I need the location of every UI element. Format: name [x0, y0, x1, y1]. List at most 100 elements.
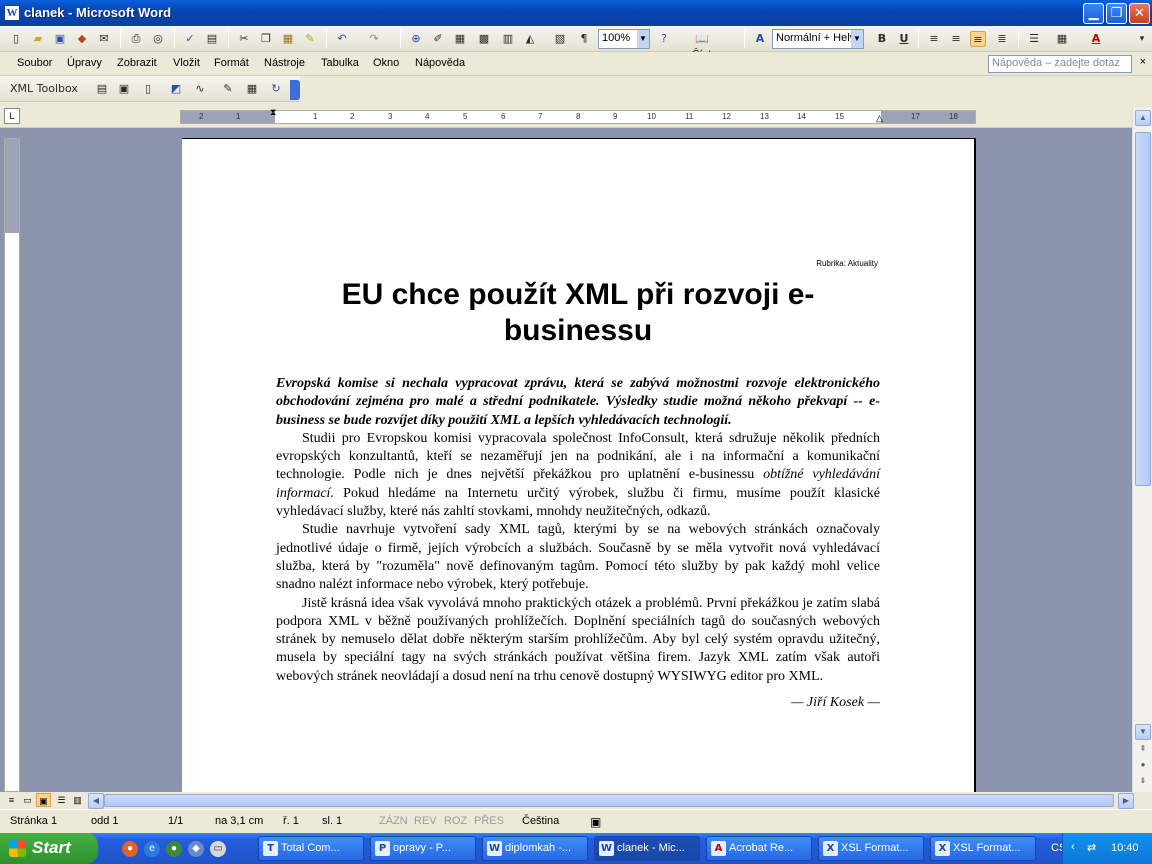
taskbar-item[interactable]: X XSL Format...: [930, 836, 1036, 861]
refresh-icon[interactable]: ↻: [268, 81, 284, 97]
close-button[interactable]: ✕: [1129, 3, 1150, 24]
columns-icon[interactable]: ▥: [500, 31, 516, 47]
insert-excel-icon[interactable]: ▩: [476, 31, 492, 47]
show-formatting-icon[interactable]: ¶: [576, 31, 592, 47]
redo-icon[interactable]: ↷: [366, 31, 382, 47]
menu-format[interactable]: Formát: [214, 57, 249, 69]
bullets-icon[interactable]: ☰: [1026, 31, 1042, 47]
firefox-icon[interactable]: ●: [122, 841, 138, 857]
align-right-icon[interactable]: ≡: [970, 31, 986, 47]
toolbar-options-icon[interactable]: ▾: [1134, 31, 1150, 47]
xml-structure-icon[interactable]: ▣: [116, 81, 132, 97]
word-app-icon[interactable]: W: [4, 5, 20, 21]
internet-explorer-icon[interactable]: e: [144, 841, 160, 857]
save-icon[interactable]: ▣: [52, 31, 68, 47]
hyperlink-icon[interactable]: ⊕: [408, 31, 424, 47]
print-icon[interactable]: ⎙: [128, 31, 144, 47]
cut-icon[interactable]: ✂: [236, 31, 252, 47]
xml-schema-icon[interactable]: ▦: [244, 81, 260, 97]
xml-view-icon[interactable]: ▤: [94, 81, 110, 97]
taskbar-item[interactable]: Wdiplomkah -...: [482, 836, 588, 861]
read-button[interactable]: 📖 Číst: [684, 31, 720, 61]
menu-upravy[interactable]: Úpravy: [67, 57, 102, 69]
menu-vlozit[interactable]: Vložit: [173, 57, 200, 69]
web-layout-icon[interactable]: ▭: [20, 793, 35, 807]
menu-soubor[interactable]: Soubor: [17, 57, 52, 69]
xml-validate-icon[interactable]: ∿: [192, 81, 208, 97]
underline-button[interactable]: U: [896, 31, 912, 47]
menu-nastroje[interactable]: Nástroje: [264, 57, 305, 69]
restore-button[interactable]: ❐: [1106, 3, 1127, 24]
status-trk[interactable]: REV: [414, 815, 437, 827]
taskbar-item[interactable]: X XSL Format...: [818, 836, 924, 861]
font-color-button[interactable]: A: [1088, 31, 1104, 47]
status-ext[interactable]: ROZ: [444, 815, 467, 827]
bold-button[interactable]: B: [874, 31, 890, 47]
borders-icon[interactable]: ▦: [1054, 31, 1070, 47]
scroll-down-icon[interactable]: ▼: [1135, 724, 1151, 740]
undo-icon[interactable]: ↶: [334, 31, 350, 47]
styles-pane-icon[interactable]: A: [752, 31, 768, 47]
taskbar-item[interactable]: Popravy - P...: [370, 836, 476, 861]
vertical-scrollbar[interactable]: ▲ ▼ ⇞ ● ⇟: [1132, 108, 1152, 792]
normal-view-icon[interactable]: ≡: [4, 793, 19, 807]
open-folder-icon[interactable]: ▰: [30, 31, 46, 47]
clock[interactable]: 10:40: [1111, 842, 1139, 854]
research-icon[interactable]: ▤: [204, 31, 220, 47]
scroll-up-icon[interactable]: ▲: [1135, 110, 1151, 126]
drawing-icon[interactable]: ◭: [522, 31, 538, 47]
tables-borders-icon[interactable]: ✐: [430, 31, 446, 47]
horizontal-scroll-thumb[interactable]: [104, 794, 1114, 807]
next-page-icon[interactable]: ⇟: [1135, 774, 1151, 790]
menu-zobrazit[interactable]: Zobrazit: [117, 57, 157, 69]
status-rec[interactable]: ZÁZN: [379, 815, 408, 827]
title-bar[interactable]: W clanek - Microsoft Word ▁ ❐ ✕: [0, 0, 1152, 26]
menu-okno[interactable]: Okno: [373, 57, 399, 69]
scroll-right-icon[interactable]: ▶: [1118, 793, 1134, 809]
format-painter-icon[interactable]: ✎: [302, 31, 318, 47]
permission-icon[interactable]: ◆: [74, 31, 90, 47]
align-left-icon[interactable]: ≡: [926, 31, 942, 47]
style-combo[interactable]: Normální + Helv ▼: [772, 29, 864, 49]
quicklaunch-app-icon[interactable]: ●: [166, 841, 182, 857]
xml-edit-icon[interactable]: ✎: [220, 81, 236, 97]
show-desktop-icon[interactable]: ▭: [210, 841, 226, 857]
start-button[interactable]: Start: [0, 833, 98, 864]
align-center-icon[interactable]: ≡: [948, 31, 964, 47]
taskbar-item-active[interactable]: Wclanek - Mic...: [594, 836, 700, 861]
tab-selector[interactable]: L: [4, 108, 20, 124]
spelling-status-icon[interactable]: ▣: [590, 815, 601, 829]
copy-icon[interactable]: ❐: [258, 31, 274, 47]
status-language[interactable]: Čeština: [522, 815, 559, 827]
tray-expand-icon[interactable]: ‹: [1071, 841, 1075, 853]
zoom-combo[interactable]: 100% ▼: [598, 29, 650, 49]
help-search-input[interactable]: Nápověda – zadejte dotaz: [988, 55, 1132, 73]
document-map-icon[interactable]: ▧: [552, 31, 568, 47]
browse-object-icon[interactable]: ●: [1135, 758, 1151, 774]
xml-document-icon[interactable]: ▯: [140, 81, 156, 97]
chevron-down-icon[interactable]: ▼: [637, 30, 649, 48]
xml-transform-icon[interactable]: ◩: [168, 81, 184, 97]
outline-view-icon[interactable]: ☰: [54, 793, 69, 807]
help-icon[interactable]: ?: [656, 31, 672, 47]
indent-marker[interactable]: ⧗: [270, 107, 276, 118]
justify-icon[interactable]: ≣: [994, 31, 1010, 47]
right-indent-marker[interactable]: △: [876, 113, 883, 124]
network-icon[interactable]: ⇄: [1087, 841, 1096, 854]
close-document-icon[interactable]: ×: [1140, 56, 1146, 68]
spelling-icon[interactable]: ✓: [182, 31, 198, 47]
chevron-down-icon[interactable]: ▼: [851, 30, 863, 48]
menu-napoveda[interactable]: Nápověda: [415, 57, 465, 69]
print-layout-icon[interactable]: ▣: [36, 793, 51, 807]
reading-layout-icon[interactable]: ▥: [70, 793, 85, 807]
xml-toolbox-menu[interactable]: XML Toolbox ▾: [10, 81, 82, 111]
paste-icon[interactable]: ▦: [280, 31, 296, 47]
quicklaunch-app-icon[interactable]: ◆: [188, 841, 204, 857]
email-icon[interactable]: ✉: [96, 31, 112, 47]
new-document-icon[interactable]: ▯: [8, 31, 24, 47]
vertical-ruler[interactable]: [4, 138, 20, 792]
toolbar-options-icon[interactable]: [290, 80, 300, 100]
menu-tabulka[interactable]: Tabulka: [321, 57, 359, 69]
print-preview-icon[interactable]: ◎: [150, 31, 166, 47]
taskbar-item[interactable]: A Acrobat Re...: [706, 836, 812, 861]
